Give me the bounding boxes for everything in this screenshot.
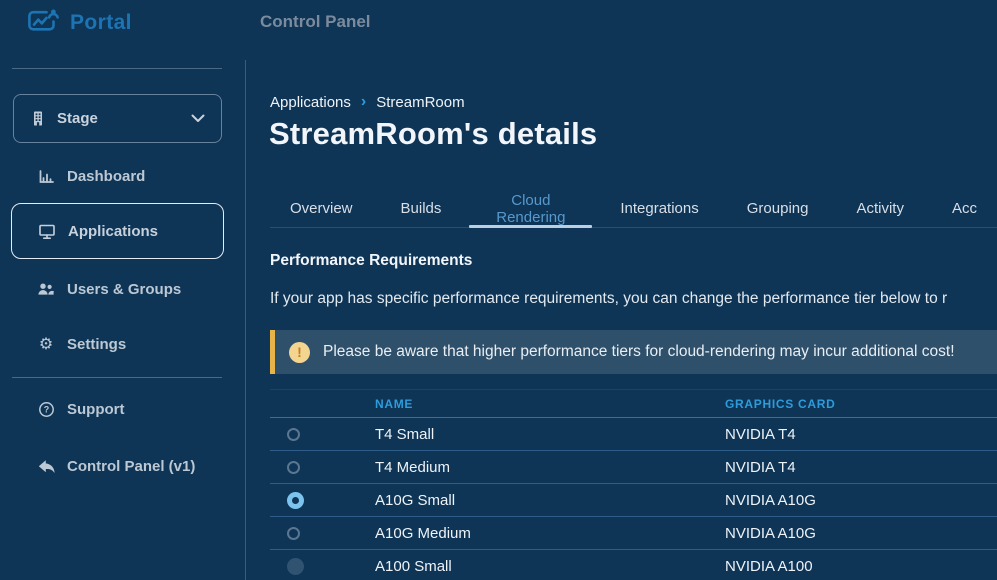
table-row[interactable]: A10G Medium NVIDIA A10G [270,517,997,550]
tier-radio[interactable] [287,558,304,575]
sidebar-border [245,60,246,580]
sidebar-item-applications[interactable]: Applications [11,203,224,259]
tab-acc[interactable]: Acc [932,190,997,227]
tier-radio[interactable] [287,492,304,509]
tab-activity[interactable]: Activity [836,190,924,227]
breadcrumb-current: StreamRoom [376,94,464,111]
tier-name: T4 Small [375,426,725,443]
logo[interactable]: Portal [26,9,132,36]
tier-radio[interactable] [287,527,300,540]
tab-builds[interactable]: Builds [381,190,462,227]
table-row[interactable]: T4 Small NVIDIA T4 [270,418,997,451]
breadcrumb-link-applications[interactable]: Applications [270,94,351,111]
users-icon [37,281,55,297]
tab-bar: Overview Builds Cloud Rendering Integrat… [270,190,997,228]
back-arrow-icon [37,458,55,474]
building-icon [30,110,46,127]
sidebar-item-label: Dashboard [67,168,145,185]
tier-graphics-card: NVIDIA T4 [725,426,997,443]
tier-graphics-card: NVIDIA T4 [725,459,997,476]
sidebar-item-control-panel-v1[interactable]: Control Panel (v1) [13,454,222,478]
tier-name: A10G Medium [375,525,725,542]
table-header-row: NAME GRAPHICS CARD [270,389,997,418]
sidebar-item-label: Users & Groups [67,281,181,298]
tier-name: A10G Small [375,492,725,509]
tier-graphics-card: NVIDIA A10G [725,525,997,542]
stage-selector-label: Stage [57,110,98,127]
section-heading: Performance Requirements [270,252,472,270]
sidebar-item-label: Settings [67,336,126,353]
page-title: StreamRoom's details [269,116,597,152]
topbar-title: Control Panel [260,12,371,32]
tab-overview[interactable]: Overview [270,190,373,227]
tier-radio[interactable] [287,461,300,474]
help-circle-icon: ? [37,401,55,418]
sidebar-divider [12,68,222,69]
logo-text: Portal [70,11,132,35]
tab-cloud-rendering[interactable]: Cloud Rendering [469,190,592,227]
column-header-graphics-card: GRAPHICS CARD [725,397,997,411]
tab-grouping[interactable]: Grouping [727,190,829,227]
sidebar-item-support[interactable]: ? Support [13,397,222,421]
tier-graphics-card: NVIDIA A10G [725,492,997,509]
column-header-name: NAME [375,397,725,411]
sidebar-item-dashboard[interactable]: Dashboard [13,164,222,188]
monitor-icon [38,223,56,240]
table-row[interactable]: A100 Small NVIDIA A100 [270,550,997,580]
stage-selector[interactable]: Stage [13,94,222,143]
tier-table: NAME GRAPHICS CARD T4 Small NVIDIA T4 T4… [270,389,997,580]
breadcrumb-separator-icon: › [361,93,366,111]
gear-icon: ⚙ [37,336,55,352]
sidebar: Portal Stage [0,0,245,580]
chevron-down-icon [191,114,205,123]
sidebar-item-label: Applications [68,223,158,240]
svg-text:?: ? [43,404,49,414]
tier-name: T4 Medium [375,459,725,476]
table-row[interactable]: T4 Medium NVIDIA T4 [270,451,997,484]
tier-graphics-card: NVIDIA A100 [725,558,997,575]
section-description: If your app has specific performance req… [270,290,997,308]
table-row[interactable]: A10G Small NVIDIA A10G [270,484,997,517]
tab-integrations[interactable]: Integrations [600,190,718,227]
warning-icon: ! [289,342,310,363]
sidebar-item-settings[interactable]: ⚙ Settings [13,332,222,356]
tier-name: A100 Small [375,558,725,575]
warning-text: Please be aware that higher performance … [323,343,955,361]
bar-chart-icon [37,168,55,185]
sidebar-item-label: Control Panel (v1) [67,458,195,475]
warning-banner: ! Please be aware that higher performanc… [270,330,997,374]
sidebar-divider [12,377,222,378]
breadcrumb: Applications › StreamRoom [270,93,465,111]
tier-radio[interactable] [287,428,300,441]
portal-logo-icon [26,9,60,36]
sidebar-item-users-groups[interactable]: Users & Groups [13,277,222,301]
sidebar-item-label: Support [67,401,125,418]
